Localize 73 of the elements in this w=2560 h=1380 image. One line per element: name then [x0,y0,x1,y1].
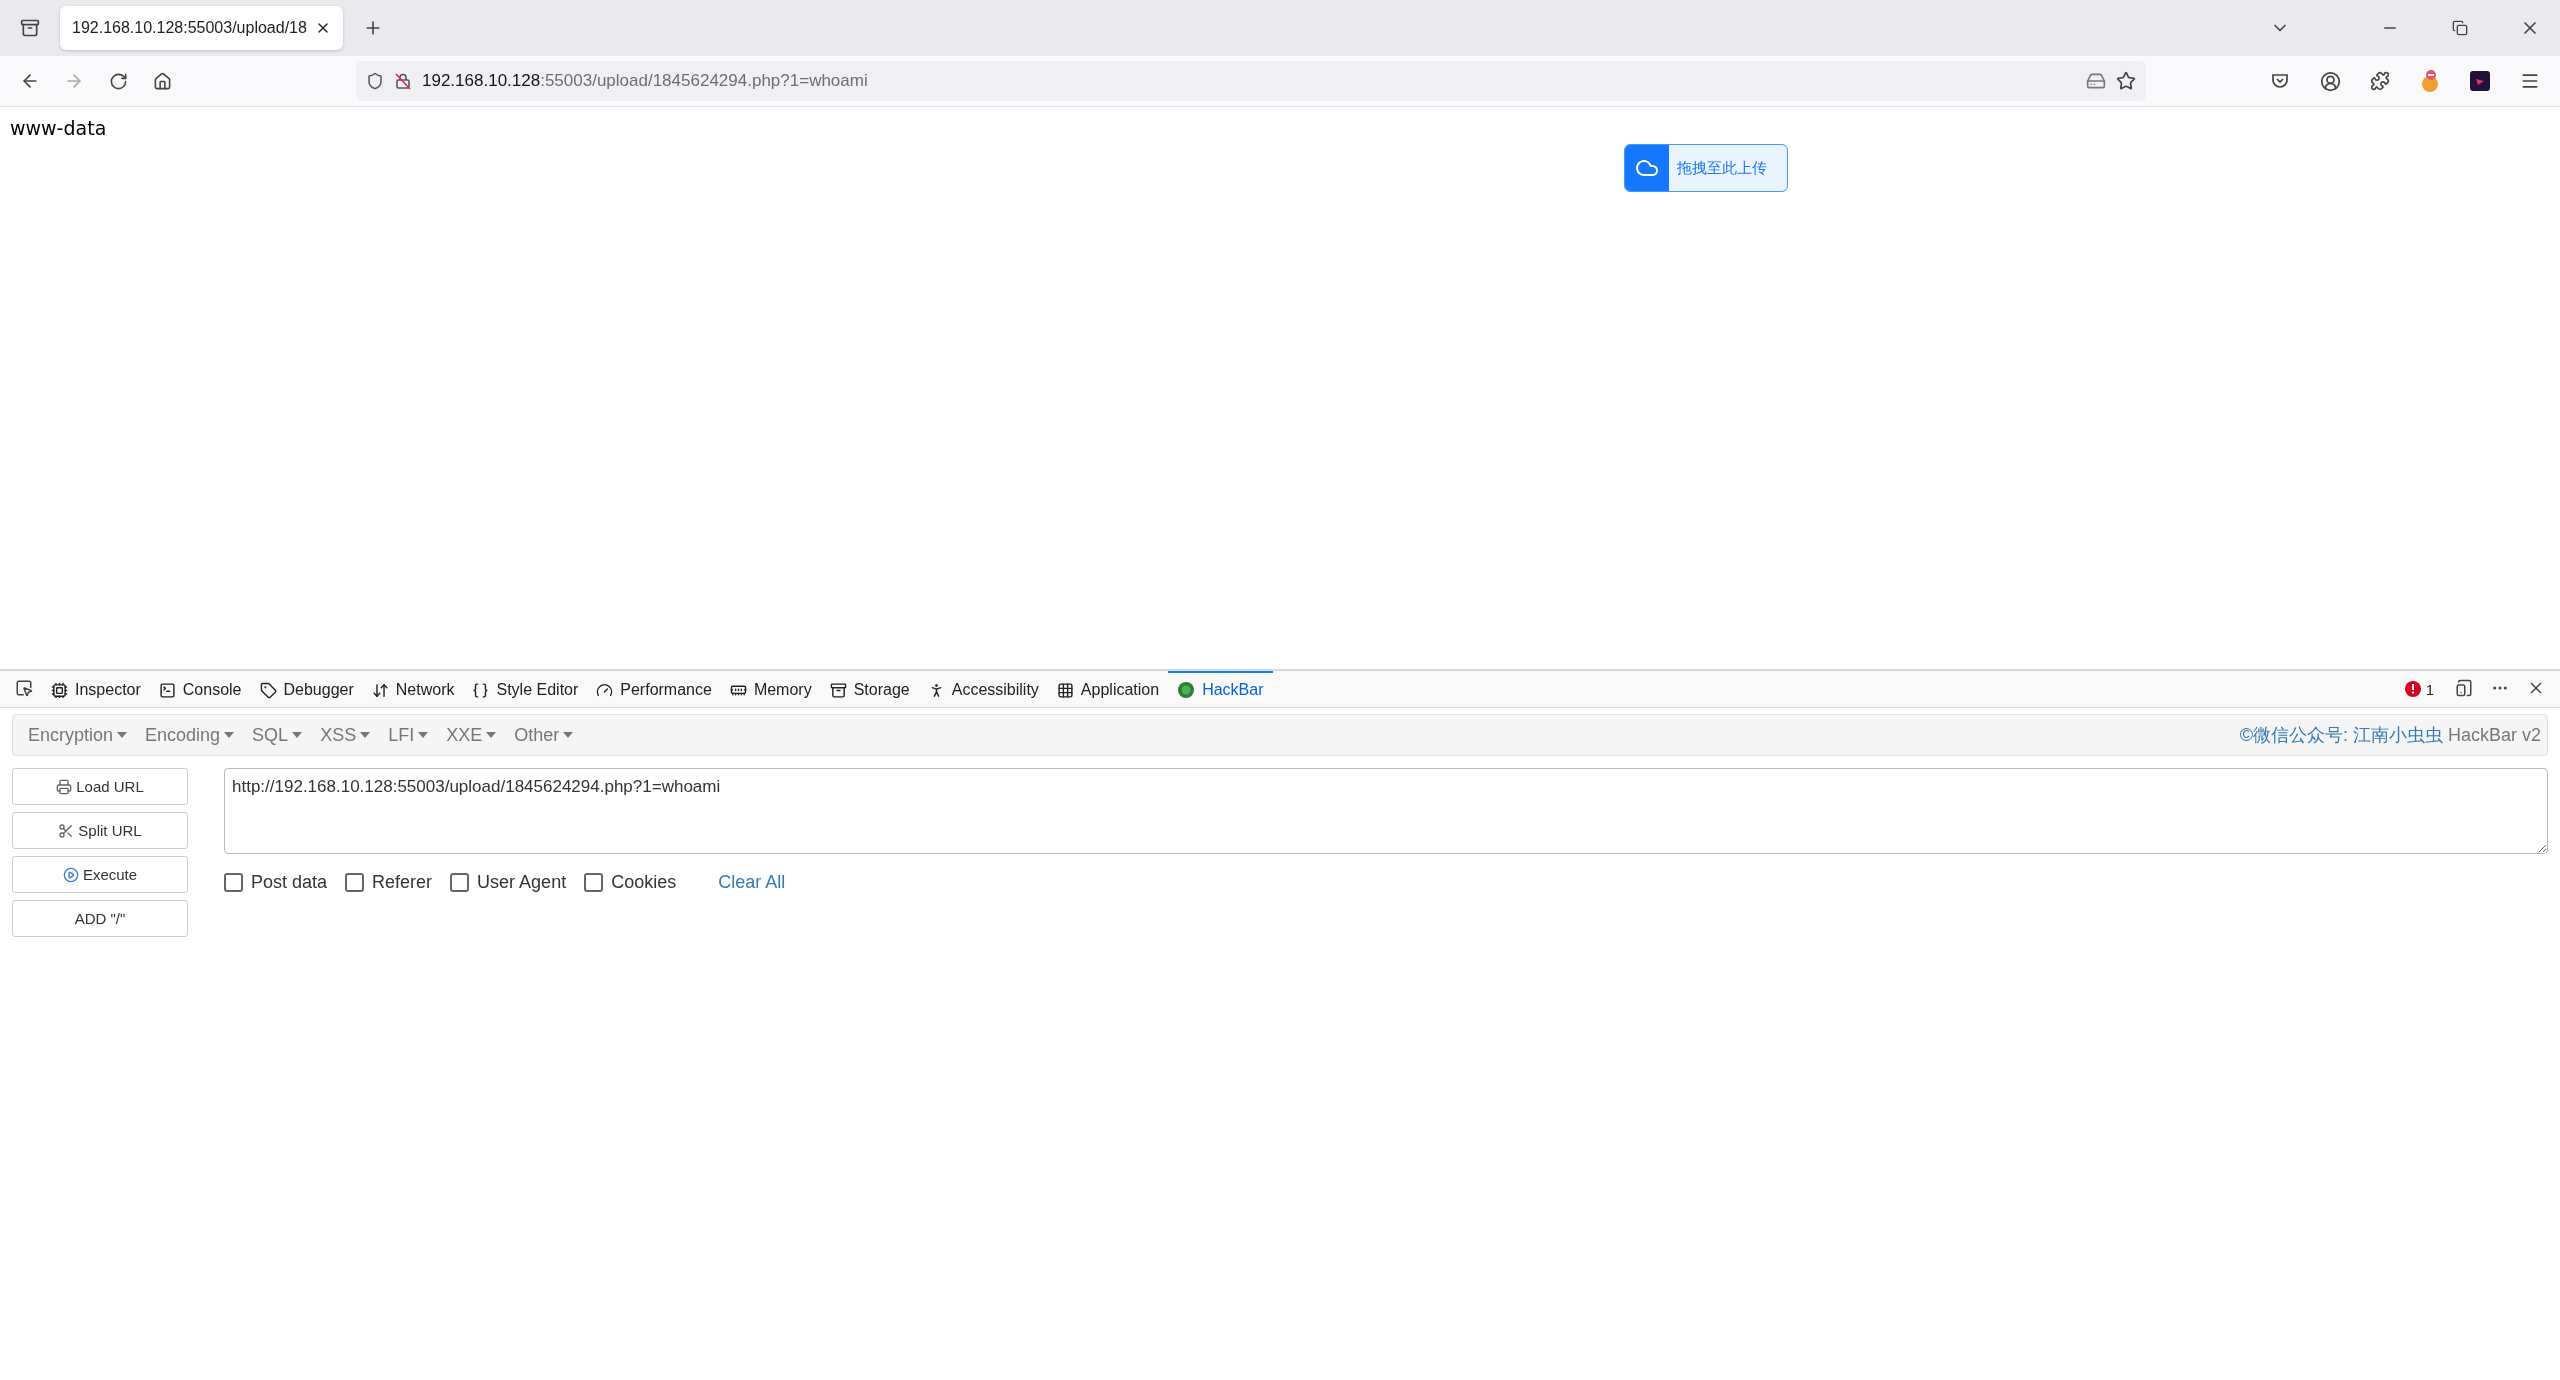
caret-icon [224,732,235,738]
extension-icon[interactable] [2419,69,2441,93]
shield-icon [366,72,384,90]
braces-icon [472,681,490,699]
tag-icon [259,681,277,699]
insecure-lock-icon [394,72,412,90]
action-button[interactable]: Load URL [12,768,188,805]
menu-dropdown[interactable]: XSS [311,724,380,746]
restore-icon[interactable] [2452,20,2468,36]
play-icon [62,866,79,883]
option-checkbox[interactable]: Referer [345,872,433,893]
address-bar[interactable]: 192.168.10.128:55003/upload/1845624294.php?1=whoami [356,61,2146,101]
tab-title: 192.168.10.128:55003/upload/18 [72,19,307,37]
url-input[interactable]: http://192.168.10.128:55003/upload/1845624294.php?1=whoami [224,768,2548,854]
devtools-tab[interactable]: Style Editor [463,671,588,707]
caret-icon [360,732,371,738]
caret-icon [292,732,303,738]
option-checkbox[interactable]: Cookies [584,872,677,893]
element-picker-icon[interactable] [15,679,33,697]
browser-tab[interactable]: 192.168.10.128:55003/upload/18 [60,6,343,50]
menu-dropdown[interactable]: SQL [243,724,312,746]
bookmark-star-icon[interactable] [2116,71,2136,91]
command-output: www-data [10,117,107,139]
extension-icon[interactable] [2470,71,2490,91]
tab-list-icon[interactable] [20,18,40,38]
devtools-tab[interactable]: HackBar [1168,671,1273,707]
credit-text: ©微信公众号: 江南小虫虫 [2239,724,2443,747]
extensions-icon[interactable] [2370,71,2390,91]
home-icon[interactable] [152,71,172,91]
devtools-tab[interactable]: Debugger [250,671,363,707]
menu-dropdown[interactable]: XXE [437,724,506,746]
devtools-tab[interactable]: Accessibility [918,671,1048,707]
caret-icon [486,732,497,738]
responsive-mode-icon[interactable] [2455,679,2473,697]
devtools-tab[interactable]: Storage [820,671,919,707]
caret-icon [563,732,574,738]
action-button[interactable]: Execute [12,856,188,893]
devtools-tab[interactable]: Memory [720,671,821,707]
option-checkbox[interactable]: Post data [224,872,328,893]
version-text: HackBar v2 [2447,724,2541,746]
action-button[interactable]: Split URL [12,812,188,849]
storage-icon [829,681,847,699]
devtools-tab[interactable]: Inspector [42,671,150,707]
grid-icon [1056,681,1074,699]
reload-icon[interactable] [108,71,128,91]
devtools-tab[interactable]: Performance [587,671,721,707]
scissors-icon [58,822,75,839]
printer-icon [56,778,73,795]
menu-dropdown[interactable]: Encoding [136,724,244,746]
pocket-icon[interactable] [2270,71,2290,91]
menu-dropdown[interactable]: LFI [379,724,438,746]
url-text: 192.168.10.128:55003/upload/1845624294.php?1=whoami [422,71,869,91]
menu-dropdown[interactable]: Other [505,724,583,746]
option-checkbox[interactable]: User Agent [450,872,567,893]
terminal-icon [158,681,176,699]
arrows-icon [371,681,389,699]
action-button[interactable]: ADD "/" [12,900,188,937]
caret-icon [117,732,128,738]
gauge-icon [596,681,614,699]
caret-icon [418,732,429,738]
devtools-tab[interactable]: Console [149,671,251,707]
drive-icon[interactable] [2086,71,2106,91]
chip-icon [51,681,68,699]
menu-icon[interactable] [2520,71,2540,91]
account-icon[interactable] [2319,70,2341,92]
upload-button[interactable]: 拖拽至此上传 [1624,144,1788,192]
menu-dropdown[interactable]: Encryption [19,724,137,746]
hackbar-logo-icon [1177,681,1196,699]
error-count: 1 [2392,671,2446,707]
clear-all-link[interactable]: Clear All [718,872,786,893]
error-icon [2404,681,2421,697]
devtools-tab[interactable]: Network [362,671,464,707]
devtools-tab[interactable]: Application [1047,671,1169,707]
